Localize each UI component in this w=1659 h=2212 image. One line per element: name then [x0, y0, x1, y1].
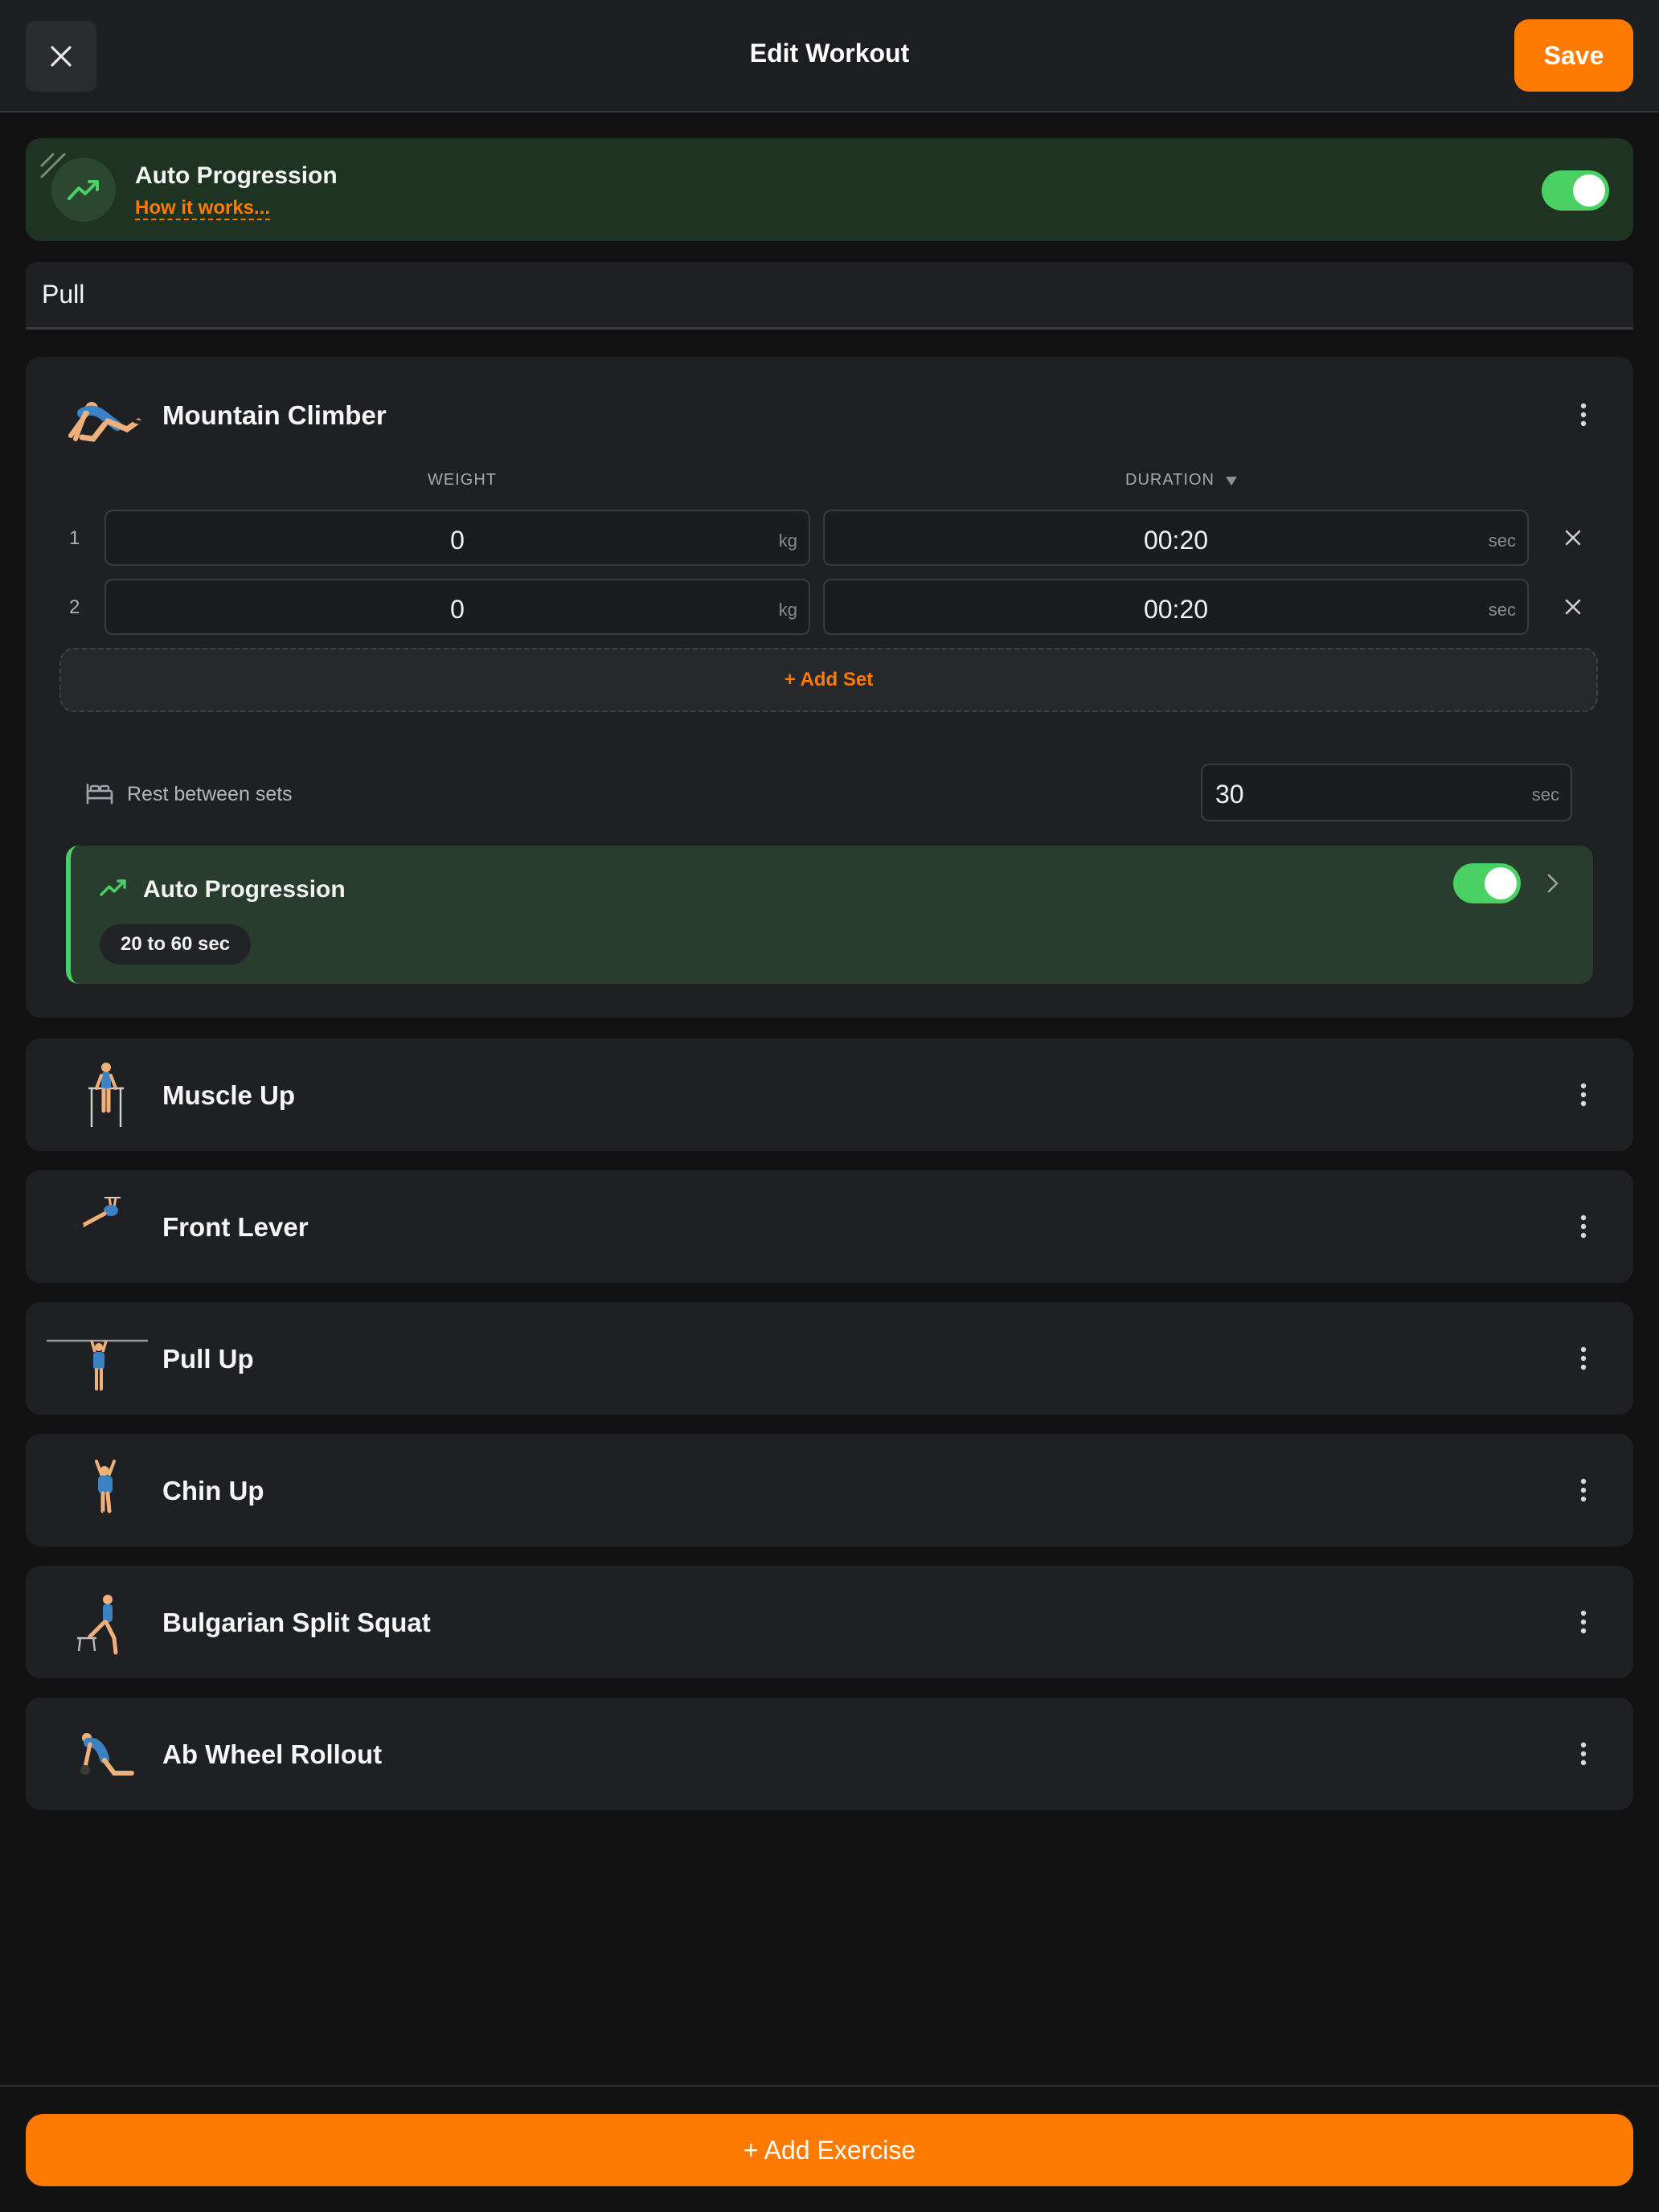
duration-input[interactable]: 00:20 sec	[823, 579, 1529, 635]
duration-value: 00:20	[1143, 526, 1209, 555]
save-button[interactable]: Save	[1514, 19, 1633, 92]
more-vertical-icon	[1580, 1346, 1587, 1370]
mountain-climber-thumbnail	[68, 402, 144, 442]
bed-icon	[86, 783, 113, 805]
auto-progression-toggle[interactable]	[1542, 170, 1609, 211]
weight-value: 0	[450, 526, 465, 555]
rest-unit: sec	[1531, 784, 1559, 805]
weight-column-header: WEIGHT	[428, 471, 497, 489]
exercise-menu-button[interactable]	[1567, 1210, 1600, 1243]
duration-unit: sec	[1488, 530, 1516, 551]
trending-up-icon-badge	[51, 158, 116, 222]
exercise-menu-button[interactable]	[1567, 1606, 1600, 1638]
exercise-card[interactable]: Ab Wheel Rollout	[26, 1698, 1633, 1810]
pull-up-thumbnail	[47, 1339, 148, 1391]
exercise-card[interactable]: Bulgarian Split Squat	[26, 1566, 1633, 1678]
toggle-knob	[1573, 174, 1605, 207]
exercise-menu-button[interactable]	[1567, 1079, 1600, 1111]
more-vertical-icon	[1580, 1478, 1587, 1502]
more-vertical-icon	[1580, 1083, 1587, 1107]
add-exercise-button[interactable]: + Add Exercise	[26, 2114, 1633, 2186]
exercise-menu-button[interactable]	[1567, 1474, 1600, 1506]
delete-set-button[interactable]	[1553, 587, 1593, 627]
set-number: 2	[69, 596, 80, 618]
exercise-card[interactable]: Muscle Up	[26, 1038, 1633, 1151]
duration-column-header[interactable]: DURATION	[1125, 471, 1238, 490]
more-vertical-icon	[1580, 1610, 1587, 1634]
close-icon	[1565, 530, 1581, 546]
more-vertical-icon	[1580, 1215, 1587, 1239]
footer: + Add Exercise	[0, 2085, 1659, 2212]
page-title: Edit Workout	[749, 39, 910, 68]
sort-down-icon	[1225, 476, 1237, 485]
weight-unit: kg	[778, 600, 797, 620]
exercise-menu-button[interactable]	[1567, 1738, 1600, 1770]
exercise-auto-progression-toggle[interactable]	[1453, 863, 1521, 903]
rest-between-sets-label: Rest between sets	[127, 783, 293, 805]
weight-input[interactable]: 0 kg	[104, 579, 810, 635]
weight-input[interactable]: 0 kg	[104, 510, 810, 566]
set-number: 1	[69, 527, 80, 549]
more-vertical-icon	[1580, 1742, 1587, 1766]
add-set-button[interactable]: + Add Set	[59, 648, 1598, 712]
exercise-name: Pull Up	[162, 1344, 254, 1374]
exercise-name: Chin Up	[162, 1476, 264, 1505]
close-icon	[1565, 599, 1581, 615]
chin-up-thumbnail	[95, 1460, 116, 1516]
duration-column-label: DURATION	[1125, 471, 1215, 489]
exercise-menu-button[interactable]	[1567, 399, 1600, 431]
exercise-auto-progression-title: Auto Progression	[143, 876, 346, 903]
toggle-knob	[1485, 867, 1517, 899]
delete-set-button[interactable]	[1553, 518, 1593, 558]
duration-value: 00:20	[1143, 595, 1209, 624]
progression-range-chip: 20 to 60 sec	[100, 924, 252, 965]
auto-progression-banner: Auto Progression How it works...	[26, 138, 1633, 241]
exercise-menu-button[interactable]	[1567, 1342, 1600, 1374]
more-vertical-icon	[1580, 403, 1587, 427]
exercise-card[interactable]: Pull Up	[26, 1302, 1633, 1415]
front-lever-thumbnail	[72, 1197, 121, 1228]
ab-wheel-rollout-thumbnail	[80, 1733, 134, 1776]
muscle-up-thumbnail	[88, 1063, 124, 1127]
exercise-name: Ab Wheel Rollout	[162, 1739, 383, 1769]
exercise-auto-progression-panel[interactable]: Auto Progression 20 to 60 sec	[66, 846, 1593, 984]
exercise-name: Mountain Climber	[162, 400, 387, 430]
weight-value: 0	[450, 595, 465, 624]
exercise-card[interactable]: Chin Up	[26, 1434, 1633, 1546]
auto-progression-title: Auto Progression	[135, 162, 338, 189]
rest-value: 30	[1215, 780, 1244, 809]
rest-duration-input[interactable]: 30 sec	[1201, 764, 1572, 821]
chevron-right-icon[interactable]	[1546, 873, 1559, 894]
exercise-card-expanded: Mountain Climber WEIGHT DURATION 1 0 kg …	[26, 357, 1633, 1018]
bulgarian-split-squat-thumbnail	[77, 1595, 118, 1655]
exercise-card[interactable]: Front Lever	[26, 1170, 1633, 1283]
workout-name-input[interactable]: Pull	[26, 262, 1633, 330]
trending-up-icon	[100, 879, 126, 896]
how-it-works-link[interactable]: How it works...	[135, 198, 271, 220]
exercise-name: Bulgarian Split Squat	[162, 1608, 431, 1637]
weight-unit: kg	[778, 530, 797, 551]
trending-up-icon	[68, 180, 99, 200]
exercise-name: Muscle Up	[162, 1080, 296, 1110]
duration-unit: sec	[1488, 600, 1516, 620]
edit-workout-screen: Edit Workout Save Auto Progression How i…	[0, 0, 1659, 2212]
exercise-name: Front Lever	[162, 1212, 309, 1242]
header: Edit Workout Save	[0, 0, 1659, 113]
duration-input[interactable]: 00:20 sec	[823, 510, 1529, 566]
